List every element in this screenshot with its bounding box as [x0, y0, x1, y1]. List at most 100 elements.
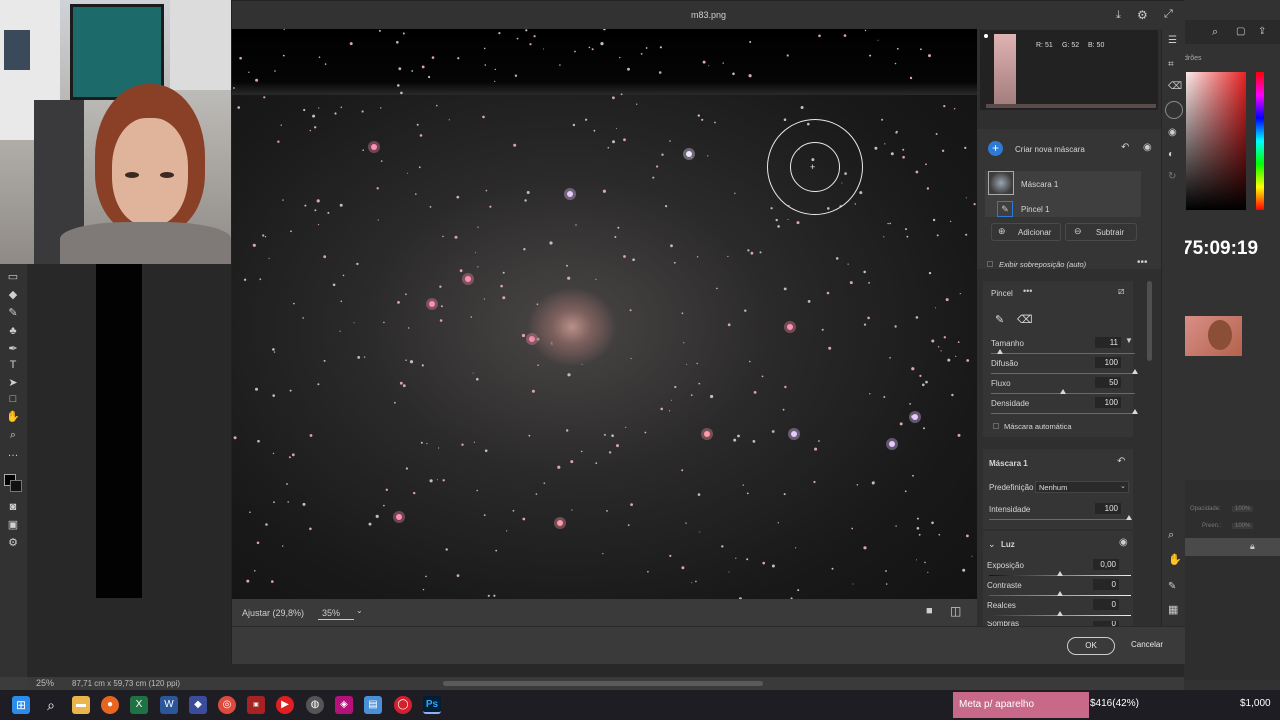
intensity-slider[interactable] [989, 519, 1129, 520]
word-icon[interactable]: W [160, 696, 178, 714]
reset-mask-icon[interactable]: ↶ [1117, 456, 1125, 467]
screen-mode-icon[interactable]: ▣ [5, 518, 21, 532]
search-icon[interactable]: ⌕ [42, 696, 60, 714]
add-button[interactable]: ⊕ Adicionar [991, 223, 1061, 241]
zoom-icon[interactable]: ⌕ [1168, 529, 1174, 542]
exposure-slider-thumb[interactable] [1057, 571, 1063, 576]
firefox-icon[interactable]: ● [101, 696, 119, 714]
sampler-icon[interactable]: ✎ [1168, 581, 1176, 592]
intensity-slider-thumb[interactable] [1126, 515, 1132, 520]
app-icon[interactable]: ◆ [189, 696, 207, 714]
path-select-icon[interactable]: ➤ [5, 376, 21, 390]
media-player-icon[interactable]: ▶ [276, 696, 294, 714]
presets-icon[interactable]: ◐ [1168, 149, 1174, 160]
eraser-icon[interactable]: ⌫ [1017, 313, 1033, 326]
contrast-slider-thumb[interactable] [1057, 591, 1063, 596]
paint-bucket-icon[interactable]: ◆ [5, 288, 21, 302]
obs-icon[interactable]: ◍ [306, 696, 324, 714]
exposure-value[interactable]: 0,00 [1093, 559, 1119, 570]
ok-button[interactable]: OK [1067, 637, 1115, 655]
density-value[interactable]: 100 [1095, 397, 1121, 408]
mask-thumbnail[interactable] [988, 171, 1014, 195]
more-tools-icon[interactable]: ↻ [1168, 171, 1176, 182]
add-mask-icon[interactable]: + [988, 141, 1003, 156]
density-slider-thumb[interactable] [1132, 409, 1138, 414]
brush-icon[interactable]: ✎ [995, 313, 1004, 326]
chrome-icon[interactable]: ◎ [218, 696, 236, 714]
subtract-button[interactable]: ⊖ Subtrair [1065, 223, 1137, 241]
grid-icon[interactable]: ▦ [1168, 603, 1178, 616]
eye-icon[interactable]: ◉ [1143, 142, 1152, 153]
density-slider[interactable] [991, 413, 1135, 414]
light-visibility-eye-icon[interactable]: ◉ [1119, 537, 1128, 548]
size-slider[interactable] [991, 353, 1135, 354]
cancel-button[interactable]: Cancelar [1122, 637, 1172, 655]
feather-slider-thumb[interactable] [1132, 369, 1138, 374]
excel-icon[interactable]: X [130, 696, 148, 714]
flow-slider-thumb[interactable] [1060, 389, 1066, 394]
contrast-value[interactable]: 0 [1093, 579, 1119, 590]
masking-icon[interactable] [1165, 101, 1183, 119]
type-tool-icon[interactable]: T [5, 358, 21, 372]
brush-tool-icon[interactable]: ✎ [5, 306, 21, 320]
fill-value[interactable]: 100% [1232, 523, 1254, 529]
brush-component-icon[interactable]: ✎ [997, 201, 1013, 217]
save-icon[interactable]: ⤓ [1116, 9, 1121, 22]
edit-sliders-icon[interactable]: ☰ [1168, 35, 1177, 46]
quick-mask-icon[interactable]: ◙ [5, 500, 21, 514]
single-view-icon[interactable]: ■ [926, 605, 933, 617]
size-dropdown-icon[interactable]: ▼ [1125, 336, 1133, 345]
intensity-value[interactable]: 100 [1095, 503, 1121, 514]
collapse-chevron-icon[interactable]: ⌄ [988, 539, 996, 550]
panel-scrollbar[interactable] [1147, 281, 1152, 361]
feather-value[interactable]: 100 [1095, 357, 1121, 368]
preset-select[interactable]: Nenhum ⌄ [1035, 481, 1129, 493]
automask-checkbox[interactable] [993, 423, 999, 429]
pen-tool-icon[interactable]: ✒ [5, 342, 21, 356]
automask-label[interactable]: Máscara automática [1004, 422, 1072, 431]
opera-icon[interactable]: ◯ [394, 696, 412, 714]
file-explorer-icon[interactable]: ▬ [72, 696, 90, 714]
palettes-tab[interactable]: drões [1184, 55, 1202, 62]
extras-icon[interactable]: ⚙ [5, 536, 21, 550]
ide-icon[interactable]: ◈ [335, 696, 353, 714]
brush-component-name[interactable]: Pincel 1 [1021, 205, 1049, 214]
layer-row[interactable]: 🔒︎ [1184, 538, 1280, 556]
create-mask-label[interactable]: Criar nova máscara [1015, 145, 1085, 154]
background-color-swatch[interactable] [10, 480, 22, 492]
size-value[interactable]: 11 [1095, 337, 1121, 348]
hue-slider[interactable] [1256, 72, 1264, 210]
rectangle-tool-icon[interactable]: □ [5, 392, 21, 406]
zoom-tool-icon[interactable]: ⌕ [5, 428, 21, 442]
fullscreen-icon[interactable]: ⤢ [1164, 8, 1173, 21]
shadow-clip-icon[interactable] [984, 34, 988, 38]
healing-icon[interactable]: ⌫ [1168, 81, 1182, 92]
highlights-slider-thumb[interactable] [1057, 611, 1063, 616]
undo-icon[interactable]: ↶ [1121, 142, 1129, 153]
photoshop-icon[interactable]: Ps [423, 696, 441, 714]
flow-value[interactable]: 50 [1095, 377, 1121, 388]
light-title[interactable]: Luz [1001, 540, 1015, 549]
marquee-tool-icon[interactable]: ▭ [5, 270, 21, 284]
settings-gear-icon[interactable]: ⚙ [1137, 8, 1148, 22]
overlay-checkbox[interactable] [987, 261, 993, 267]
share-icon[interactable]: ⇪ [1258, 26, 1266, 37]
more-options-icon[interactable]: ••• [1137, 257, 1148, 268]
crop-icon[interactable]: ⌗ [1168, 59, 1174, 70]
horizontal-scrollbar[interactable] [443, 681, 763, 686]
red-eye-icon[interactable]: ◉ [1168, 127, 1177, 138]
highlights-value[interactable]: 0 [1093, 599, 1119, 610]
more-tools-icon[interactable]: … [5, 446, 21, 460]
clone-stamp-icon[interactable]: ♣ [5, 324, 21, 338]
opacity-value[interactable]: 100% [1232, 506, 1254, 512]
brush-options-icon[interactable]: ••• [1023, 286, 1032, 296]
before-after-icon[interactable]: ◫ [950, 604, 961, 618]
chevron-down-icon[interactable]: ⌄ [356, 606, 363, 615]
start-icon[interactable]: ⊞ [12, 696, 30, 714]
size-slider-thumb[interactable] [996, 349, 1003, 354]
image-preview[interactable]: + [232, 29, 977, 599]
search-icon[interactable]: ⌕ [1212, 26, 1218, 39]
hand-tool-icon[interactable]: ✋ [5, 410, 21, 424]
workspace-icon[interactable]: ▢ [1236, 26, 1245, 37]
mask-name[interactable]: Máscara 1 [1021, 180, 1058, 189]
